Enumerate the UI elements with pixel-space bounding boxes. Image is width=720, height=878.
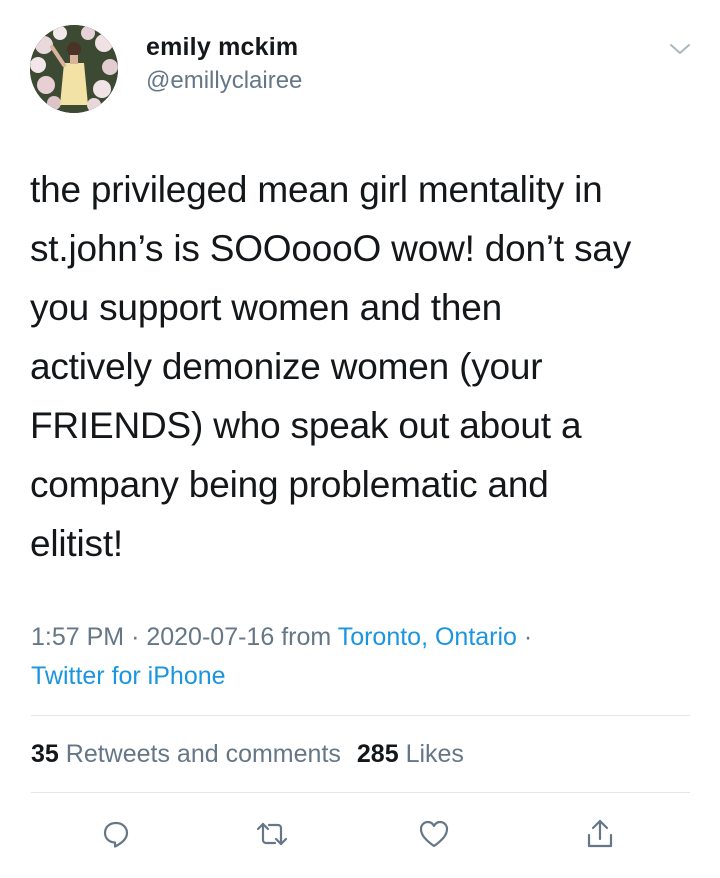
retweets-count: 35 <box>31 740 59 768</box>
reply-icon <box>103 821 129 848</box>
heart-icon <box>419 820 449 848</box>
likes-stat[interactable]: 285 Likes <box>357 740 464 768</box>
divider <box>31 715 690 716</box>
retweet-button[interactable] <box>250 812 294 856</box>
likes-count: 285 <box>356 740 399 768</box>
source-link[interactable]: Twitter for iPhone <box>31 662 226 690</box>
from-label: from <box>281 623 332 651</box>
tweet-text: the privileged mean girl mentality in st… <box>30 169 632 564</box>
meta-separator-2: · <box>523 623 533 651</box>
likes-label: Likes <box>405 740 464 768</box>
divider <box>31 792 690 793</box>
retweets-label: Retweets and comments <box>65 740 341 768</box>
meta-separator: · <box>131 623 140 651</box>
share-button[interactable] <box>578 812 622 856</box>
chevron-down-icon[interactable] <box>668 37 692 61</box>
tweet-stats: 35 Retweets and comments 285 Likes <box>31 737 464 771</box>
tweet-meta: 1:57 PM · 2020-07-16 from Toronto, Ontar… <box>31 618 691 696</box>
avatar[interactable] <box>30 25 118 113</box>
location-link[interactable]: Toronto, Ontario <box>338 623 517 651</box>
like-button[interactable] <box>412 812 456 856</box>
share-icon <box>587 819 613 848</box>
display-name[interactable]: emily mckim <box>146 32 302 62</box>
action-bar <box>0 812 720 856</box>
tweet-date: 2020-07-16 <box>146 623 275 651</box>
tweet-header: emily mckim @emillyclairee <box>30 25 700 113</box>
user-handle[interactable]: @emillyclairee <box>146 66 302 96</box>
user-names: emily mckim @emillyclairee <box>146 32 302 96</box>
tweet-time: 1:57 PM <box>31 623 125 651</box>
reply-button[interactable] <box>94 812 138 856</box>
retweet-icon <box>256 822 288 846</box>
retweets-stat[interactable]: 35 Retweets and comments <box>31 740 341 768</box>
